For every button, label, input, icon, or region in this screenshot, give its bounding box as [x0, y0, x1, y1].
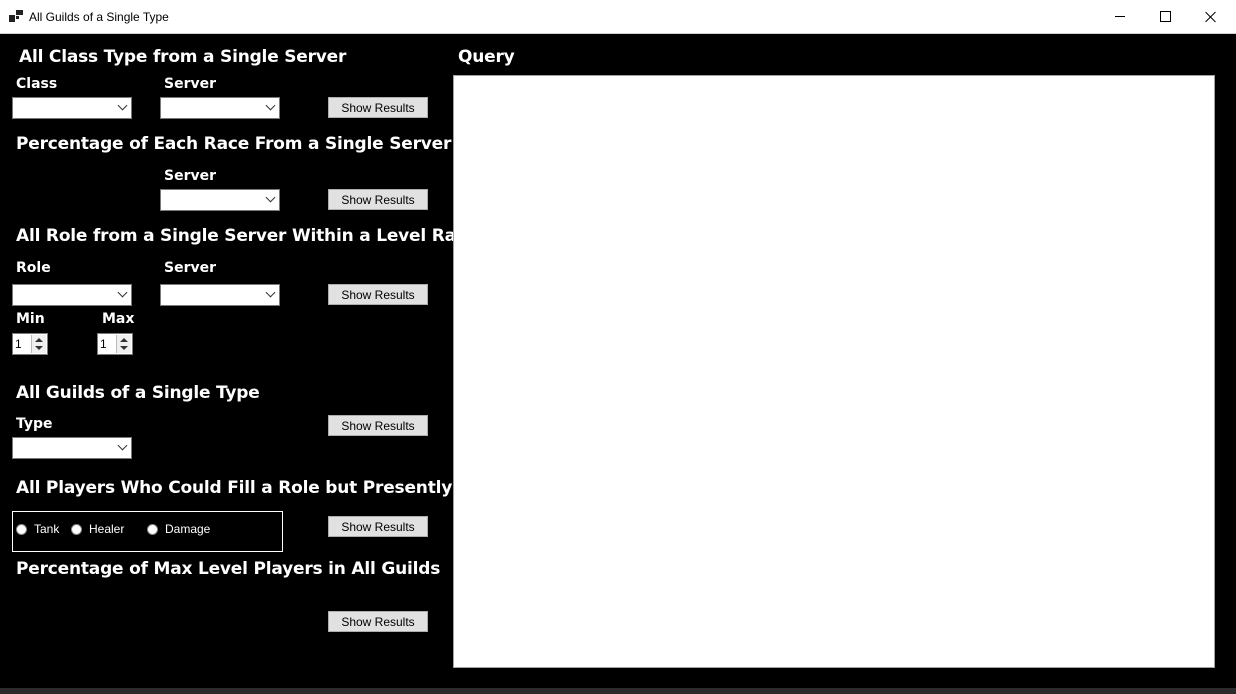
query-results-panel[interactable]	[453, 75, 1215, 668]
close-icon	[1205, 11, 1217, 23]
app-icon	[9, 10, 23, 22]
close-button[interactable]	[1188, 0, 1234, 33]
role-show-results-button[interactable]: Show Results	[328, 284, 428, 305]
min-level-stepper[interactable]: 1	[12, 333, 48, 355]
chevron-down-icon	[265, 287, 276, 298]
radio-button[interactable]	[16, 523, 27, 535]
type-label: Type	[16, 416, 53, 432]
race-server-dropdown[interactable]	[160, 189, 280, 211]
radio-tank[interactable]: Tank	[16, 522, 59, 536]
arrow-up-icon[interactable]	[35, 338, 43, 342]
arrow-up-icon[interactable]	[120, 338, 128, 342]
title-bar: All Guilds of a Single Type	[0, 0, 1236, 34]
minimize-button[interactable]	[1097, 0, 1143, 33]
radio-label: Damage	[165, 522, 211, 536]
role-dropdown[interactable]	[12, 284, 132, 306]
radio-label: Tank	[34, 522, 60, 536]
max-level-stepper[interactable]: 1	[97, 333, 133, 355]
radio-healer[interactable]: Healer	[71, 522, 124, 536]
min-label: Min	[16, 311, 45, 327]
guild-type-dropdown[interactable]	[12, 437, 132, 459]
app-window: All Guilds of a Single Type All Class Ty…	[0, 0, 1236, 688]
fill-role-show-results-button[interactable]: Show Results	[328, 516, 428, 537]
race-show-results-button[interactable]: Show Results	[328, 189, 428, 210]
max-level-value: 1	[100, 337, 107, 351]
query-heading: Query	[458, 47, 515, 67]
chevron-down-icon	[117, 100, 128, 111]
fill-role-section-heading: All Players Who Could Fill a Role but Pr…	[16, 478, 516, 498]
role-label: Role	[16, 260, 51, 276]
stepper-arrows[interactable]	[116, 335, 131, 353]
chevron-down-icon	[117, 287, 128, 298]
class-server-dropdown[interactable]	[160, 97, 280, 119]
max-level-show-results-button[interactable]: Show Results	[328, 611, 428, 632]
arrow-down-icon[interactable]	[35, 346, 43, 350]
radio-damage[interactable]: Damage	[147, 522, 210, 536]
radio-button[interactable]	[147, 523, 158, 535]
chevron-down-icon	[265, 100, 276, 111]
maximize-icon	[1159, 11, 1171, 22]
class-section-heading: All Class Type from a Single Server	[19, 47, 347, 67]
role-section-heading: All Role from a Single Server Within a L…	[16, 226, 492, 246]
guilds-section-heading: All Guilds of a Single Type	[16, 383, 260, 403]
role-server-label: Server	[164, 260, 217, 276]
arrow-down-icon[interactable]	[120, 346, 128, 350]
class-dropdown[interactable]	[12, 97, 132, 119]
chevron-down-icon	[265, 192, 276, 203]
guilds-show-results-button[interactable]: Show Results	[328, 415, 428, 436]
race-server-label: Server	[164, 168, 217, 184]
radio-button[interactable]	[71, 523, 82, 535]
radio-label: Healer	[89, 522, 125, 536]
stepper-arrows[interactable]	[31, 335, 46, 353]
class-label: Class	[16, 76, 58, 92]
server-label: Server	[164, 76, 217, 92]
role-radio-group: Tank Healer Damage	[12, 511, 283, 552]
class-show-results-button[interactable]: Show Results	[328, 97, 428, 118]
window-title: All Guilds of a Single Type	[29, 10, 169, 24]
race-section-heading: Percentage of Each Race From a Single Se…	[16, 134, 452, 154]
max-level-section-heading: Percentage of Max Level Players in All G…	[16, 559, 441, 579]
max-label: Max	[102, 311, 135, 327]
maximize-button[interactable]	[1142, 0, 1188, 33]
minimize-icon	[1115, 16, 1125, 17]
min-level-value: 1	[15, 337, 22, 351]
role-server-dropdown[interactable]	[160, 284, 280, 306]
chevron-down-icon	[117, 440, 128, 451]
